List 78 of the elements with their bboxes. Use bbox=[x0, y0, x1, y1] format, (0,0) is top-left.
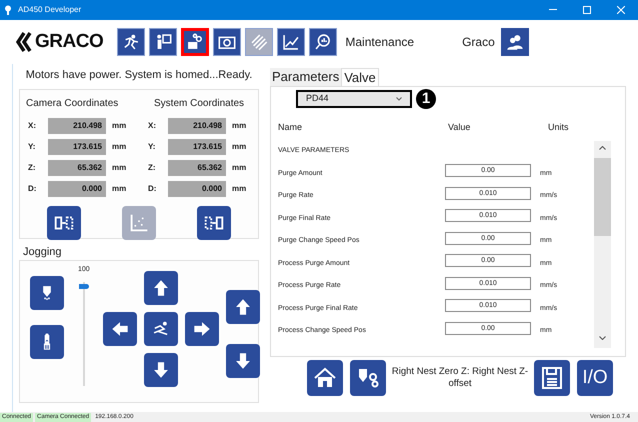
coordinates-heading: System Coordinates bbox=[153, 96, 246, 110]
toolbar-button[interactable] bbox=[181, 28, 210, 56]
purge-button[interactable] bbox=[30, 325, 64, 359]
toolbar-button[interactable] bbox=[149, 28, 178, 56]
logo-mark-icon bbox=[16, 32, 32, 52]
io-button[interactable]: I/O bbox=[577, 360, 613, 396]
column-header: Units bbox=[548, 121, 569, 134]
unit-label: mm bbox=[112, 183, 126, 195]
home-button[interactable] bbox=[307, 360, 343, 396]
jog-down-button[interactable] bbox=[144, 353, 178, 387]
toolbar-button[interactable] bbox=[117, 28, 146, 56]
logo-text: GRACO bbox=[35, 30, 104, 54]
unit-label: mm bbox=[112, 162, 126, 174]
users-icon bbox=[504, 32, 525, 52]
toolbar-button[interactable] bbox=[213, 28, 242, 56]
maximize-icon bbox=[583, 6, 591, 14]
scroll-down-icon bbox=[599, 336, 606, 340]
axis-label: X: bbox=[148, 120, 157, 132]
zero-z-message: Right Nest Zero Z: Right Nest Z-offset bbox=[390, 366, 530, 390]
dispense-button[interactable] bbox=[30, 276, 64, 310]
column-header: Name bbox=[278, 121, 304, 134]
coordinates-heading: Camera Coordinates bbox=[26, 96, 120, 110]
window-title: AD450 Developer bbox=[18, 4, 82, 16]
coordinate-value: 0.000 bbox=[168, 181, 226, 197]
unit-label: mm bbox=[232, 162, 246, 174]
unit-label: mm bbox=[232, 183, 246, 195]
coordinate-value: 210.498 bbox=[48, 118, 106, 134]
scrollbar[interactable] bbox=[594, 140, 611, 348]
valve-settings-button[interactable] bbox=[350, 360, 386, 396]
axis-label: Y: bbox=[148, 141, 156, 153]
unit-label: mm bbox=[232, 120, 246, 132]
app-icon bbox=[4, 5, 12, 15]
z-up-button[interactable] bbox=[226, 290, 260, 324]
coordinate-value: 0.000 bbox=[48, 181, 106, 197]
axis-label: Z: bbox=[28, 162, 37, 174]
coordinate-tool-button[interactable] bbox=[197, 206, 232, 240]
save-icon bbox=[539, 365, 565, 391]
coordinate-value: 65.362 bbox=[48, 160, 106, 176]
minimize-icon bbox=[549, 9, 557, 11]
callout-number: 1 bbox=[416, 89, 436, 109]
axis-label: Z: bbox=[148, 162, 157, 174]
coordinate-value: 173.615 bbox=[168, 139, 226, 155]
valve-dropdown[interactable]: PD44 bbox=[296, 90, 412, 108]
speed-slider[interactable] bbox=[78, 282, 89, 386]
scrollbar-thumb[interactable] bbox=[594, 158, 611, 236]
slider-thumb[interactable] bbox=[78, 284, 89, 290]
column-header: Value bbox=[448, 121, 472, 134]
unit-label: mm bbox=[112, 120, 126, 132]
chevron-down-icon bbox=[396, 97, 402, 101]
unit-label: mm bbox=[232, 141, 246, 153]
coordinate-tool-button[interactable] bbox=[46, 206, 81, 240]
axis-label: Y: bbox=[28, 141, 36, 153]
jog-up-button[interactable] bbox=[144, 271, 178, 305]
coordinate-value: 173.615 bbox=[48, 139, 106, 155]
coordinate-value: 210.498 bbox=[168, 118, 226, 134]
scroll-up-icon bbox=[599, 146, 606, 150]
close-icon bbox=[617, 6, 625, 14]
toolbar-button[interactable] bbox=[277, 28, 306, 56]
toolbar-button[interactable] bbox=[309, 28, 338, 56]
status-message: Motors have power. System is homed...Ready. bbox=[24, 68, 254, 83]
user-name: Graco bbox=[462, 34, 495, 51]
jog-stop-button[interactable] bbox=[144, 312, 178, 346]
jogging-heading: Jogging bbox=[23, 244, 63, 260]
mode-label: Maintenance bbox=[345, 34, 414, 51]
axis-label: X: bbox=[28, 120, 37, 132]
axis-label: D: bbox=[148, 183, 158, 195]
save-button[interactable] bbox=[534, 360, 570, 396]
jog-left-button[interactable] bbox=[102, 312, 137, 346]
z-down-button[interactable] bbox=[226, 344, 260, 378]
jog-right-button[interactable] bbox=[184, 312, 219, 346]
user-button[interactable] bbox=[500, 28, 529, 56]
coordinate-value: 65.362 bbox=[168, 160, 226, 176]
tab[interactable]: Valve bbox=[341, 68, 379, 86]
axis-label: D: bbox=[28, 183, 38, 195]
line-chart-icon bbox=[281, 32, 302, 52]
stripes-icon bbox=[249, 32, 270, 52]
tab[interactable]: Parameters bbox=[270, 68, 342, 86]
unit-label: mm bbox=[112, 141, 126, 153]
